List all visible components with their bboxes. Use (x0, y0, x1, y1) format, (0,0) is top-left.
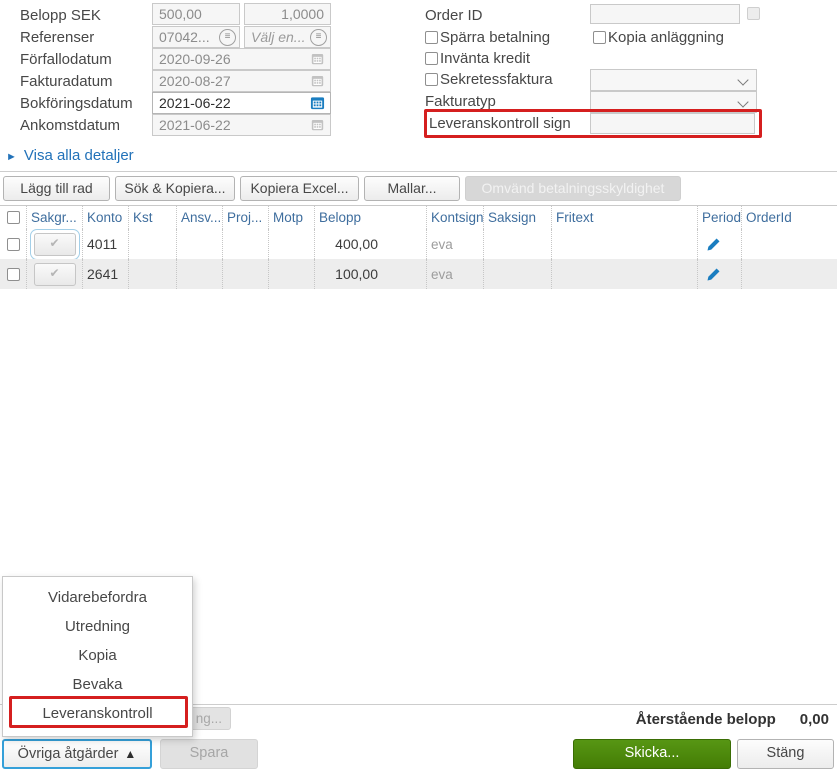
triangle-up-icon: ▲ (124, 747, 137, 761)
invoice-detail-screen: Belopp SEK Referenser ≡ ≡ Förfallodatum … (0, 0, 837, 772)
pencil-icon (707, 238, 720, 250)
divider (0, 171, 837, 172)
leveranskontroll-sign-input (590, 113, 755, 134)
bokforingsdatum-input[interactable] (152, 92, 331, 114)
cell-belopp[interactable]: 100,00 (314, 259, 426, 289)
visa-alla-detaljer-link[interactable]: ► Visa alla detaljer (6, 147, 134, 164)
belopp-sek-label: Belopp SEK (20, 7, 101, 24)
spara-button: Spara (160, 739, 258, 769)
row-checkbox[interactable] (6, 237, 20, 251)
stang-button[interactable]: Stäng (737, 739, 834, 769)
menu-item-leveranskontroll[interactable]: Leveranskontroll (3, 699, 192, 728)
kopia-anlaggning-label: Kopia anläggning (608, 29, 724, 46)
table-header-row: Sakgr... Konto Kst Ansv... Proj... Motp … (0, 205, 837, 229)
ovriga-atgarder-button[interactable]: Övriga åtgärder ▲ (2, 739, 152, 769)
period-edit-cell[interactable] (697, 229, 741, 259)
referens-1-menu-icon: ≡ (219, 29, 236, 46)
cell-kontsign[interactable]: eva (426, 259, 483, 289)
header-fritext[interactable]: Fritext (551, 206, 697, 229)
kurs-input (244, 3, 331, 25)
remaining-amount-value: 0,00 (799, 711, 829, 728)
invanta-kredit-label: Invänta kredit (440, 50, 531, 67)
menu-item-kopia[interactable]: Kopia (3, 641, 192, 670)
fakturadatum-input (152, 70, 331, 92)
sakgr-check-button[interactable]: ✔ (29, 229, 80, 259)
header-konto[interactable]: Konto (82, 206, 128, 229)
header-saksign[interactable]: Saksign (483, 206, 551, 229)
leveranskontroll-sign-label: Leveranskontroll sign (429, 115, 571, 132)
header-sakgr[interactable]: Sakgr... (26, 206, 82, 229)
sparra-betalning-label: Spärra betalning (440, 29, 551, 46)
table-row: ✔ 4011 400,00 eva (0, 229, 837, 259)
cell-belopp[interactable]: 400,00 (314, 229, 426, 259)
period-edit-cell[interactable] (697, 259, 741, 289)
header-kontsign[interactable]: Kontsign (426, 206, 483, 229)
kopiera-excel-button[interactable]: Kopiera Excel... (240, 176, 359, 201)
row-checkbox[interactable] (6, 267, 20, 281)
calendar-icon (311, 118, 324, 131)
remaining-amount-label: Återstående belopp (635, 711, 776, 728)
ankomstdatum-label: Ankomstdatum (20, 117, 121, 134)
header-proj[interactable]: Proj... (222, 206, 268, 229)
menu-item-bevaka[interactable]: Bevaka (3, 670, 192, 699)
select-all-checkbox[interactable] (6, 211, 20, 224)
fakturadatum-label: Fakturadatum (20, 73, 113, 90)
remaining-amount: Återstående belopp 0,00 (636, 711, 829, 728)
fakturatyp-label: Fakturatyp (425, 93, 496, 110)
omvand-betalningsskyldighet-button: Omvänd betalningsskyldighet (465, 176, 681, 201)
calendar-icon (311, 74, 324, 87)
expand-arrow-icon: ► (6, 151, 17, 163)
sekretessfaktura-checkbox[interactable] (425, 73, 438, 86)
bokforingsdatum-label: Bokföringsdatum (20, 95, 133, 112)
header-belopp[interactable]: Belopp (314, 206, 426, 229)
skicka-button[interactable]: Skicka... (573, 739, 731, 769)
mallar-button[interactable]: Mallar... (364, 176, 460, 201)
ankomstdatum-input (152, 114, 331, 136)
cell-konto[interactable]: 2641 (82, 259, 128, 289)
chevron-down-icon (737, 96, 749, 108)
header-period[interactable]: Period (697, 206, 741, 229)
cell-kontsign[interactable]: eva (426, 229, 483, 259)
header-motp[interactable]: Motp (268, 206, 314, 229)
order-id-input (590, 4, 740, 24)
invanta-kredit-checkbox[interactable] (425, 52, 438, 65)
header-kst[interactable]: Kst (128, 206, 176, 229)
calendar-icon (311, 52, 324, 65)
order-id-checkbox (747, 7, 760, 20)
lagg-till-rad-button[interactable]: Lägg till rad (3, 176, 110, 201)
forfallodatum-label: Förfallodatum (20, 51, 112, 68)
cell-konto[interactable]: 4011 (82, 229, 128, 259)
fakturatyp-select[interactable] (590, 91, 757, 113)
sparra-betalning-checkbox[interactable] (425, 31, 438, 44)
sekretessfaktura-select[interactable] (590, 69, 757, 91)
belopp-sek-input (152, 3, 240, 25)
table-row: ✔ 2641 100,00 eva (0, 259, 837, 289)
header-orderid[interactable]: OrderId (741, 206, 837, 229)
referenser-label: Referenser (20, 29, 95, 46)
header-ansv[interactable]: Ansv... (176, 206, 222, 229)
sok-kopiera-button[interactable]: Sök & Kopiera... (115, 176, 235, 201)
rows-table: Sakgr... Konto Kst Ansv... Proj... Motp … (0, 205, 837, 289)
calendar-icon[interactable] (310, 95, 325, 110)
menu-item-vidarebefordra[interactable]: Vidarebefordra (3, 583, 192, 612)
chevron-down-icon (737, 74, 749, 86)
menu-item-utredning[interactable]: Utredning (3, 612, 192, 641)
sakgr-check-button[interactable]: ✔ (33, 262, 76, 286)
ovriga-atgarder-menu: Vidarebefordra Utredning Kopia Bevaka Le… (2, 576, 193, 737)
referens-2-menu-icon: ≡ (310, 29, 327, 46)
forfallodatum-input (152, 48, 331, 70)
pencil-icon (707, 268, 720, 280)
sekretessfaktura-label: Sekretessfaktura (440, 71, 553, 88)
order-id-label: Order ID (425, 7, 483, 24)
kopia-anlaggning-checkbox[interactable] (593, 31, 606, 44)
